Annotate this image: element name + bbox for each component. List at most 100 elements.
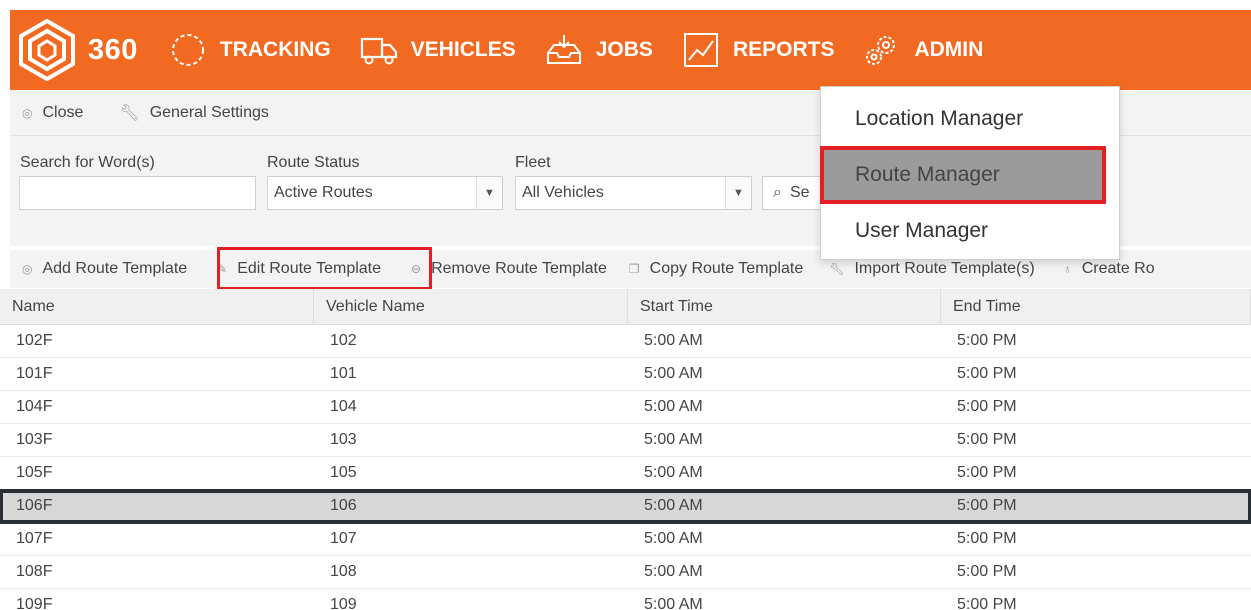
import-route-template-button[interactable]: 🔧︎ Import Route Template(s) [829,260,1034,278]
table-row[interactable]: 103F 103 5:00 AM 5:00 PM [0,424,1251,457]
cell-vehicle-name: 106 [330,497,357,514]
cell-name: 102F [16,332,53,349]
cell-end-time: 5:00 PM [957,365,1017,382]
cell-vehicle-name: 101 [330,365,357,382]
fleet-value: All Vehicles [522,184,604,201]
wrench-icon: 🔧︎ [829,262,845,276]
cell-end-time: 5:00 PM [957,464,1017,481]
chevron-down-icon: ▼ [476,177,502,209]
table-row[interactable]: 107F 107 5:00 AM 5:00 PM [0,523,1251,556]
general-settings-label: General Settings [149,103,269,121]
logo[interactable]: 360 [18,19,138,81]
search-input[interactable] [19,176,256,210]
table-row[interactable]: 105F 105 5:00 AM 5:00 PM [0,457,1251,490]
nav-reports-label: REPORTS [732,38,835,61]
inbox-tray-icon [544,32,584,68]
menu-item-label: Location Manager [855,107,1024,130]
table-row[interactable]: 109F 109 5:00 AM 5:00 PM [0,589,1251,610]
search-icon: ⌕ [773,184,782,201]
cell-name: 108F [16,563,53,580]
cell-start-time: 5:00 AM [644,563,703,580]
cell-start-time: 5:00 AM [644,398,703,415]
column-header-name[interactable]: Name [0,289,314,324]
menu-item-user-manager[interactable]: User Manager [821,203,1119,259]
nav-vehicles[interactable]: VEHICLES [359,32,516,68]
cell-name: 105F [16,464,53,481]
cell-name: 101F [16,365,53,382]
cell-end-time: 5:00 PM [957,530,1017,547]
cell-end-time: 5:00 PM [957,563,1017,580]
copy-route-template-label: Copy Route Template [649,260,804,277]
add-route-template-button[interactable]: ◎ Add Route Template [22,260,187,278]
nav-admin-label: ADMIN [914,38,984,61]
truck-icon [359,32,399,68]
cell-vehicle-name: 102 [330,332,357,349]
admin-dropdown-menu: Location Manager Route Manager User Mana… [820,86,1120,260]
cell-end-time: 5:00 PM [957,398,1017,415]
nav-reports[interactable]: REPORTS [681,32,835,68]
cell-name: 104F [16,398,53,415]
column-header-start-time[interactable]: Start Time [628,289,941,324]
fleet-select[interactable]: All Vehicles ▼ [515,176,752,210]
cell-end-time: 5:00 PM [957,596,1017,610]
cell-vehicle-name: 105 [330,464,357,481]
logo-hexagon-icon [19,19,75,81]
menu-item-location-manager[interactable]: Location Manager [821,91,1119,147]
nav-jobs-label: JOBS [595,38,653,61]
line-chart-icon [681,32,721,68]
create-route-button[interactable]: ♁ Create Ro [1063,260,1155,278]
cell-start-time: 5:00 AM [644,497,703,514]
cell-vehicle-name: 109 [330,596,357,610]
cell-end-time: 5:00 PM [957,431,1017,448]
table-row[interactable]: 102F 102 5:00 AM 5:00 PM [0,325,1251,358]
wrench-icon: 🔧︎ [119,104,140,122]
route-status-select[interactable]: Active Routes ▼ [267,176,503,210]
route-status-value: Active Routes [274,184,373,201]
close-button[interactable]: ◎ Close [22,104,83,122]
cell-vehicle-name: 104 [330,398,357,415]
nav-tracking[interactable]: TRACKING [168,32,331,68]
edit-route-template-highlight [217,247,432,290]
cell-vehicle-name: 107 [330,530,357,547]
gears-icon [862,32,902,68]
copy-route-template-button[interactable]: ❐ Copy Route Template [629,260,803,278]
column-header-vehicle-name[interactable]: Vehicle Name [314,289,628,324]
nav-jobs[interactable]: JOBS [544,32,653,68]
tracking-circle-icon [168,32,208,68]
cell-start-time: 5:00 AM [644,530,703,547]
cell-end-time: 5:00 PM [957,332,1017,349]
top-nav-bar: 360 TRACKING VEHICLES JOBS REPORTS ADMIN [10,10,1251,90]
cell-start-time: 5:00 AM [644,431,703,448]
table-row[interactable]: 108F 108 5:00 AM 5:00 PM [0,556,1251,589]
create-route-label: Create Ro [1081,260,1155,277]
search-button-label: Se [789,184,810,201]
route-templates-table: Name Vehicle Name Start Time End Time 10… [0,289,1251,610]
column-header-end-time[interactable]: End Time [941,289,1251,324]
cell-start-time: 5:00 AM [644,464,703,481]
cell-name: 103F [16,431,53,448]
table-row[interactable]: 104F 104 5:00 AM 5:00 PM [0,391,1251,424]
nav-vehicles-label: VEHICLES [410,38,516,61]
close-label: Close [42,103,84,121]
remove-route-template-button[interactable]: ⊖ Remove Route Template [411,260,607,278]
cell-name: 109F [16,596,53,610]
cell-start-time: 5:00 AM [644,332,703,349]
menu-item-route-manager[interactable]: Route Manager [820,146,1106,204]
copy-icon: ❐ [628,262,640,276]
table-row-selected[interactable]: 106F 106 5:00 AM 5:00 PM [0,489,1251,524]
nav-tracking-label: TRACKING [219,38,331,61]
cell-start-time: 5:00 AM [644,596,703,610]
cell-vehicle-name: 108 [330,563,357,580]
nav-admin[interactable]: ADMIN [862,32,983,68]
chevron-down-icon: ▼ [725,177,751,209]
add-circle-icon: ◎ [22,262,33,276]
add-route-template-label: Add Route Template [42,260,188,277]
general-settings-button[interactable]: 🔧︎ General Settings [119,103,269,123]
route-status-label: Route Status [267,154,360,171]
cell-name: 107F [16,530,53,547]
table-row[interactable]: 101F 101 5:00 AM 5:00 PM [0,358,1251,391]
cell-end-time: 5:00 PM [957,497,1017,514]
close-circle-icon: ◎ [22,105,33,120]
menu-item-label: User Manager [855,219,989,242]
cell-vehicle-name: 103 [330,431,357,448]
